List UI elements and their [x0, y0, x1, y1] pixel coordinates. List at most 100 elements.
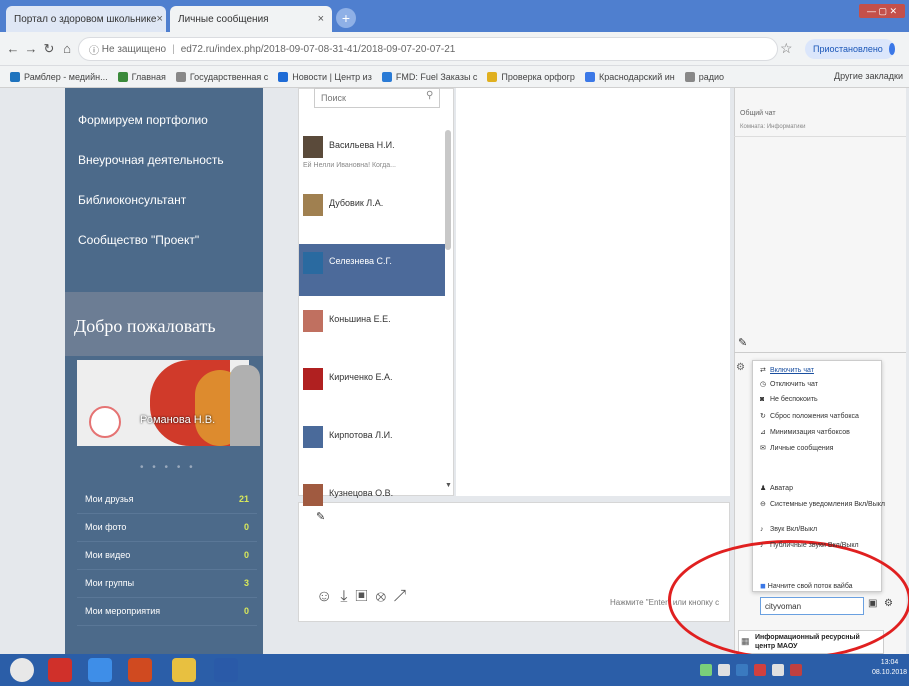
taskbar-app-yandex[interactable]: [48, 658, 72, 682]
forward-icon[interactable]: →: [22, 40, 40, 58]
bookmark-other[interactable]: Другие закладки: [834, 71, 903, 81]
contact-name: Кирпотова Л.И.: [329, 430, 393, 440]
taskbar-app-word[interactable]: [214, 658, 238, 682]
nav-extracurricular[interactable]: Внеурочная деятельность: [78, 153, 224, 167]
bookmark-label: радио: [698, 71, 725, 82]
taskbar-clock[interactable]: 13:04 08.10.2018: [872, 658, 907, 678]
nav-library-consultant[interactable]: Библиоконсультант: [78, 193, 186, 207]
stat-row[interactable]: Мои друзья 21: [77, 486, 257, 514]
chat-menu-item[interactable]: ✉ Личные сообщения: [760, 444, 833, 452]
bookmark-item[interactable]: Государственная с: [175, 71, 268, 82]
menu-icon: ⇄: [760, 367, 766, 374]
settings-icon[interactable]: ⚙: [736, 362, 745, 373]
tray-icon[interactable]: [772, 664, 784, 676]
pencil-icon[interactable]: ✎: [738, 336, 747, 349]
system-tray: [700, 658, 870, 682]
stat-row[interactable]: Мои фото 0: [77, 514, 257, 542]
home-icon[interactable]: ⌂: [58, 40, 76, 58]
external-link-icon[interactable]: ↗: [394, 588, 415, 605]
bookmark-item[interactable]: Краснодарский ин: [584, 71, 675, 82]
bookmark-star-icon[interactable]: ☆: [780, 40, 793, 57]
stat-count: 21: [238, 494, 249, 504]
window-controls[interactable]: — ▢ ✕: [859, 4, 905, 18]
profile-button[interactable]: Приостановлено: [805, 39, 895, 59]
bookmark-icon: [278, 71, 289, 82]
profile-card-person-image: [230, 365, 260, 446]
bookmark-item[interactable]: FMD: Fuel Заказы с: [381, 71, 478, 82]
carousel-dots[interactable]: • • • • •: [140, 462, 196, 473]
chat-menu-item[interactable]: ⊖ Системные уведомления Вкл/Выкл: [760, 500, 885, 508]
contact-item[interactable]: Дубовик Л.А.: [299, 186, 445, 238]
menu-label: Сброс положения чатбокса: [770, 413, 859, 420]
avatar[interactable]: [89, 406, 121, 438]
address-bar[interactable]: ⓘ Не защищено | ed72.ru/index.php/2018-0…: [78, 37, 778, 61]
bookmark-item[interactable]: Главная: [117, 71, 166, 82]
contact-item[interactable]: Кириченко Е.А.: [299, 360, 445, 412]
bookmark-item[interactable]: Проверка орфогр: [487, 71, 575, 82]
welcome-title: Добро пожаловать: [74, 316, 216, 336]
menu-icon: ◷: [760, 381, 767, 388]
stat-count: 3: [243, 578, 249, 588]
contact-search-input[interactable]: [314, 88, 440, 108]
chat-menu-item[interactable]: ♟ Аватар: [760, 484, 793, 492]
stat-row[interactable]: Мои видео 0: [77, 542, 257, 570]
chat-menu-item[interactable]: ↻ Сброс положения чатбокса: [760, 412, 859, 420]
new-tab-button[interactable]: +: [336, 8, 356, 28]
scroll-down-icon[interactable]: ▼: [445, 482, 452, 489]
menu-icon: ♟: [760, 485, 767, 492]
smiley-icon[interactable]: ☺: [316, 588, 340, 605]
contact-item[interactable]: Кирпотова Л.И.: [299, 418, 445, 470]
taskbar-app-chrome[interactable]: [88, 658, 112, 682]
reload-icon[interactable]: ↻: [40, 40, 58, 58]
contact-last-message: Ей Нелли Ивановна! Когда...: [303, 162, 396, 169]
stat-label: Мои друзья: [85, 494, 134, 504]
chat-menu-item[interactable]: ⇄ Включить чат: [760, 366, 814, 374]
clock-date: 08.10.2018: [872, 669, 908, 676]
search-icon[interactable]: ⚲: [426, 90, 433, 101]
tab-personal-messages[interactable]: Личные сообщения ×: [170, 6, 332, 32]
bookmark-item[interactable]: Новости | Центр из: [278, 71, 372, 82]
contact-name: Дубовик Л.А.: [329, 198, 384, 208]
avatar: [303, 484, 323, 506]
url-separator: |: [172, 43, 175, 55]
chat-menu-item[interactable]: ♪ Публичные звуки Вкл/Выкл: [760, 542, 859, 549]
back-icon[interactable]: ←: [4, 40, 22, 58]
stat-row[interactable]: Мои мероприятия 0: [77, 598, 257, 626]
bookmark-label: FMD: Fuel Заказы с: [395, 71, 478, 82]
save-icon[interactable]: ▣: [355, 588, 375, 605]
stat-count: 0: [243, 550, 249, 560]
contact-item[interactable]: Васильева Н.И. Ей Нелли Ивановна! Когда..…: [299, 128, 445, 180]
tray-icon[interactable]: [718, 664, 730, 676]
nav-portfolio[interactable]: Формируем портфолио: [78, 113, 208, 127]
contacts-scrollbar[interactable]: [445, 130, 451, 250]
profile-user-name[interactable]: Романова Н.В.: [140, 414, 215, 426]
bookmark-item[interactable]: Рамблер - медийн...: [10, 71, 108, 82]
delete-icon[interactable]: ⊗: [376, 588, 394, 605]
chat-menu-item[interactable]: ◙ Не беспокоить: [760, 396, 818, 403]
taskbar-app-explorer[interactable]: [172, 658, 196, 682]
stat-row[interactable]: Мои группы 3: [77, 570, 257, 598]
taskbar-app-start[interactable]: [10, 658, 34, 682]
info-icon[interactable]: ⓘ: [89, 42, 99, 57]
bookmark-item[interactable]: радио: [684, 71, 725, 82]
tray-icon[interactable]: [736, 664, 748, 676]
tray-icon[interactable]: [790, 664, 802, 676]
close-icon[interactable]: ×: [318, 13, 324, 25]
menu-icon: ◙: [760, 396, 765, 403]
chat-menu-item[interactable]: ◷ Отключить чат: [760, 380, 818, 388]
clock-time: 13:04: [880, 659, 899, 666]
menu-icon: ⊖: [760, 501, 766, 508]
contact-item[interactable]: Кузнецова О.В.: [299, 476, 445, 528]
chat-menu-item[interactable]: ⊿ Минимизация чатбоксов: [760, 428, 850, 436]
chat-menu-item[interactable]: ♪ Звук Вкл/Выкл: [760, 526, 817, 533]
tray-icon[interactable]: [754, 664, 766, 676]
contact-item[interactable]: Селезнева С.Г.: [299, 244, 445, 296]
taskbar-app-powerpoint[interactable]: [128, 658, 152, 682]
tray-icon[interactable]: [700, 664, 712, 676]
bookmark-label: Краснодарский ин: [598, 71, 675, 82]
nav-project-community[interactable]: Сообщество "Проект": [78, 233, 199, 247]
tab-health-portal[interactable]: Портал о здоровом школьнике ×: [6, 6, 166, 32]
download-icon[interactable]: ⤓: [340, 588, 355, 605]
contact-item[interactable]: Коньшина Е.Е.: [299, 302, 445, 354]
close-icon[interactable]: ×: [156, 13, 162, 25]
